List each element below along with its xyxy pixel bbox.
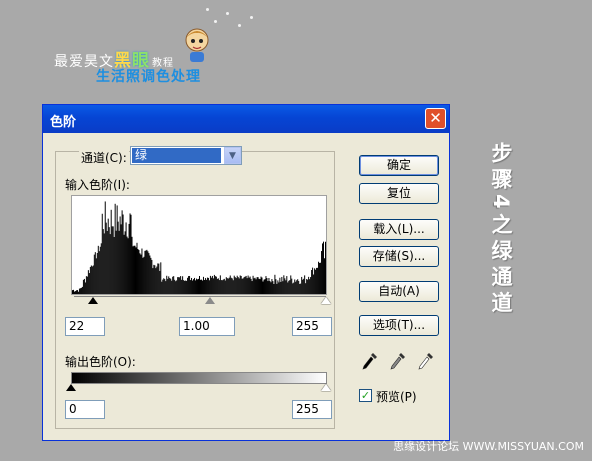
gray-eyedropper-icon[interactable] bbox=[389, 351, 407, 371]
check-icon: ✓ bbox=[360, 389, 371, 402]
mascot-icon bbox=[185, 28, 209, 62]
close-icon: ✕ bbox=[429, 109, 442, 127]
channel-select[interactable]: 绿 ▼ bbox=[130, 146, 242, 165]
auto-button[interactable]: 自动(A) bbox=[359, 281, 439, 302]
input-gamma-field[interactable]: 1.00 bbox=[179, 317, 235, 336]
title-bar[interactable]: 色阶 ✕ bbox=[43, 105, 449, 133]
input-levels-label: 输入色阶(I): bbox=[65, 178, 130, 192]
output-white-field[interactable]: 255 bbox=[292, 400, 332, 419]
black-eyedropper-icon[interactable] bbox=[361, 351, 379, 371]
ok-button[interactable]: 确定 bbox=[359, 155, 439, 176]
sparkle bbox=[226, 12, 229, 15]
sparkle bbox=[238, 24, 241, 27]
channel-label: 通道(C): bbox=[79, 149, 129, 166]
input-black-point-handle[interactable] bbox=[88, 297, 98, 304]
chevron-down-icon[interactable]: ▼ bbox=[224, 147, 241, 164]
step-caption: 步骤4之绿通道 bbox=[489, 142, 513, 318]
close-button[interactable]: ✕ bbox=[425, 108, 446, 129]
output-gradient-bar bbox=[71, 372, 327, 384]
output-levels-label: 输出色阶(O): bbox=[65, 355, 136, 369]
input-white-point-handle[interactable] bbox=[321, 297, 331, 304]
save-button[interactable]: 存储(S)... bbox=[359, 246, 439, 267]
load-button[interactable]: 载入(L)... bbox=[359, 219, 439, 240]
output-black-field[interactable]: 0 bbox=[65, 400, 105, 419]
white-eyedropper-icon[interactable] bbox=[417, 351, 435, 371]
output-white-handle[interactable] bbox=[321, 384, 331, 391]
channel-selected-value: 绿 bbox=[132, 148, 221, 163]
reset-button[interactable]: 复位 bbox=[359, 183, 439, 204]
input-slider-track[interactable] bbox=[74, 296, 326, 297]
input-gamma-handle[interactable] bbox=[205, 297, 215, 304]
input-white-field[interactable]: 255 bbox=[292, 317, 332, 336]
preview-label[interactable]: 预览(P) bbox=[376, 388, 417, 405]
preview-checkbox[interactable]: ✓ bbox=[359, 389, 372, 402]
site-watermark: 思缘设计论坛 WWW.MISSYUAN.COM bbox=[393, 440, 584, 453]
input-black-field[interactable]: 22 bbox=[65, 317, 105, 336]
sparkle bbox=[214, 20, 217, 23]
levels-dialog: 色阶 ✕ 通道(C): 绿 ▼ 输入色阶(I): 22 1.00 255 输出色… bbox=[42, 104, 450, 441]
banner-subtitle: 生活照调色处理 bbox=[96, 69, 201, 85]
sparkle bbox=[206, 8, 209, 11]
histogram bbox=[71, 195, 327, 295]
dialog-title: 色阶 bbox=[50, 115, 77, 130]
output-black-handle[interactable] bbox=[66, 384, 76, 391]
options-button[interactable]: 选项(T)... bbox=[359, 315, 439, 336]
sparkle bbox=[250, 16, 253, 19]
